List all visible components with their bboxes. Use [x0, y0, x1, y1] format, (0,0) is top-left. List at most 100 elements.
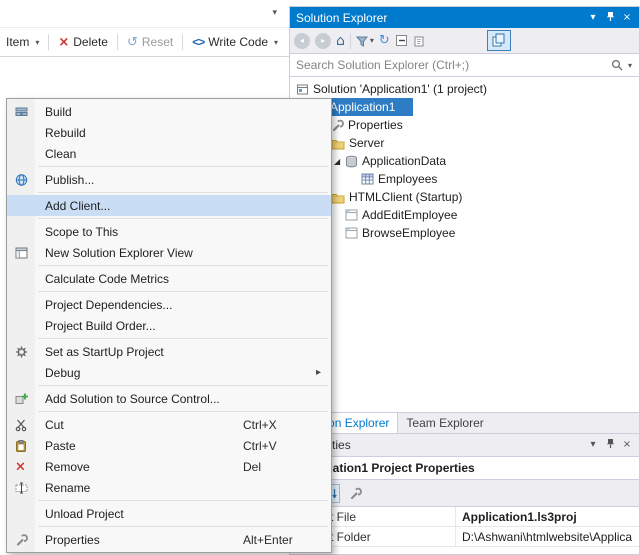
properties-titlebar[interactable]: Properties ▾ ×: [290, 434, 639, 456]
menu-shortcut: Alt+Enter: [243, 532, 293, 547]
search-input[interactable]: [290, 58, 604, 72]
sync-button[interactable]: ↻: [379, 34, 390, 47]
add-item-label: Item: [6, 35, 30, 49]
menu-item-add-solution-to-source-control[interactable]: Add Solution to Source Control...: [7, 388, 331, 409]
menu-separator: [38, 192, 328, 193]
menu-item-remove[interactable]: × Remove Del: [7, 456, 331, 477]
menu-item-scope-to-this[interactable]: Scope to This: [7, 221, 331, 242]
menu-item-paste[interactable]: Paste Ctrl+V: [7, 435, 331, 456]
menu-item-project-build-order[interactable]: Project Build Order...: [7, 315, 331, 336]
reset-label: Reset: [141, 35, 174, 49]
property-row-project-folder[interactable]: Project Folder D:\Ashwani\htmlwebsite\Ap…: [290, 527, 639, 547]
tree-item-solution[interactable]: Solution 'Application1' (1 project): [290, 80, 639, 98]
solution-explorer-toolbar: ◂ ▸ ⌂ ▾ ↻: [290, 28, 639, 54]
object-selector-combobox[interactable]: Application1 Project Properties: [290, 456, 639, 480]
tree-item-label: AddEditEmployee: [362, 208, 458, 222]
menu-item-publish[interactable]: Publish...: [7, 169, 331, 190]
tree-item-label: ApplicationData: [362, 154, 447, 168]
menu-item-label: Unload Project: [45, 506, 124, 521]
scissors-icon: [15, 418, 27, 431]
menu-item-label: Clean: [45, 146, 77, 161]
property-value: Application1.ls3proj: [462, 509, 577, 524]
database-icon: [345, 155, 358, 168]
menu-item-clean[interactable]: Clean: [7, 143, 331, 164]
menu-item-cut[interactable]: Cut Ctrl+X: [7, 414, 331, 435]
tree-item-browseemployee[interactable]: BrowseEmployee: [290, 224, 639, 242]
chevron-down-icon: ▾: [35, 37, 40, 47]
menu-item-calculate-code-metrics[interactable]: Calculate Code Metrics: [7, 268, 331, 289]
menu-separator: [38, 526, 328, 527]
preview-selected-items-toggle[interactable]: [486, 30, 511, 51]
menu-separator: [38, 385, 328, 386]
menu-item-new-solution-explorer-view[interactable]: New Solution Explorer View: [7, 242, 331, 263]
menu-item-rename[interactable]: Rename: [7, 477, 331, 498]
menu-item-debug[interactable]: Debug ▸: [7, 362, 331, 383]
reset-button[interactable]: ↺ Reset: [125, 35, 175, 49]
menu-item-add-client[interactable]: Add Client...: [7, 195, 331, 216]
overflow-chevron-icon[interactable]: ▾: [272, 8, 277, 18]
delete-button[interactable]: × Delete: [56, 35, 110, 49]
menu-shortcut: Ctrl+X: [243, 417, 277, 432]
gear-icon: [15, 345, 28, 358]
toolbar-separator: [116, 34, 118, 50]
menu-item-project-dependencies[interactable]: Project Dependencies...: [7, 294, 331, 315]
tree-item-label: Properties: [348, 118, 403, 132]
toolbar-separator: [182, 34, 184, 50]
menu-item-build[interactable]: Build: [7, 101, 331, 122]
search-box: ▾: [290, 54, 639, 77]
delete-label: Delete: [73, 35, 108, 49]
tree-item-label: BrowseEmployee: [362, 226, 456, 240]
close-icon[interactable]: ×: [619, 440, 635, 450]
remove-x-icon: ×: [15, 459, 26, 474]
add-item-button[interactable]: Item ▾: [4, 35, 41, 49]
properties-panel: Properties ▾ × Application1 Project Prop…: [289, 433, 640, 555]
expander-icon[interactable]: ◢: [334, 157, 345, 166]
tree-item-addeditemployee[interactable]: AddEditEmployee: [290, 206, 639, 224]
tree-item-application1[interactable]: ◢ Application1: [290, 98, 639, 116]
pin-icon[interactable]: [602, 438, 618, 452]
solution-tree: Solution 'Application1' (1 project) ◢ Ap…: [290, 77, 639, 412]
filter-button[interactable]: ▾: [355, 35, 374, 47]
write-code-button[interactable]: <> Write Code ▾: [190, 35, 280, 49]
toolbar-separator: [349, 32, 351, 49]
search-controls: ▾: [604, 54, 639, 76]
properties-title: Properties: [296, 438, 584, 452]
table-icon: [361, 173, 374, 185]
screen-icon: [345, 227, 358, 239]
menu-item-label: Publish...: [45, 172, 95, 187]
menu-item-rebuild[interactable]: Rebuild: [7, 122, 331, 143]
tree-item-label: HTMLClient (Startup): [349, 190, 463, 204]
menu-item-unload-project[interactable]: Unload Project: [7, 503, 331, 524]
show-all-files-button[interactable]: [413, 34, 426, 47]
tree-item-label: Application1: [330, 99, 396, 114]
tree-item-server[interactable]: ◢ Server: [290, 134, 639, 152]
menu-item-label: Debug: [45, 365, 81, 380]
close-icon[interactable]: ×: [619, 12, 635, 23]
collapse-all-button[interactable]: [395, 34, 408, 47]
window-position-chevron-icon[interactable]: ▾: [585, 12, 601, 23]
solution-explorer-panel: Solution Explorer ▾ × ◂ ▸ ⌂ ▾ ↻ Search S…: [289, 6, 640, 433]
forward-button[interactable]: ▸: [315, 32, 331, 49]
wrench-icon: [331, 119, 344, 132]
write-code-label: Write Code: [208, 35, 269, 49]
tree-item-properties[interactable]: Properties: [290, 116, 639, 134]
menu-item-properties[interactable]: Properties Alt+Enter: [7, 529, 331, 550]
property-row-project-file[interactable]: Project File Application1.ls3proj: [290, 507, 639, 527]
tree-item-htmlclient[interactable]: ◢ HTMLClient (Startup): [290, 188, 639, 206]
menu-item-label: Rename: [45, 480, 91, 495]
solution-explorer-titlebar[interactable]: Solution Explorer ▾ ×: [290, 7, 639, 28]
menu-item-label: Set as StartUp Project: [45, 344, 164, 359]
menu-item-set-as-startup-project[interactable]: Set as StartUp Project: [7, 341, 331, 362]
tab-team-explorer[interactable]: Team Explorer: [398, 413, 491, 433]
search-dropdown-chevron-icon[interactable]: ▾: [628, 61, 632, 70]
tree-item-applicationdata[interactable]: ◢ ApplicationData: [290, 152, 639, 170]
property-pages-wrench-button[interactable]: [345, 484, 365, 503]
home-button[interactable]: ⌂: [336, 34, 345, 48]
menu-item-label: Paste: [45, 438, 76, 453]
window-position-chevron-icon[interactable]: ▾: [585, 440, 601, 450]
tree-item-employees[interactable]: Employees: [290, 170, 639, 188]
pin-icon[interactable]: [602, 11, 618, 25]
submenu-arrow-icon: ▸: [315, 367, 321, 378]
search-icon[interactable]: [611, 59, 623, 71]
back-button[interactable]: ◂: [294, 32, 310, 49]
